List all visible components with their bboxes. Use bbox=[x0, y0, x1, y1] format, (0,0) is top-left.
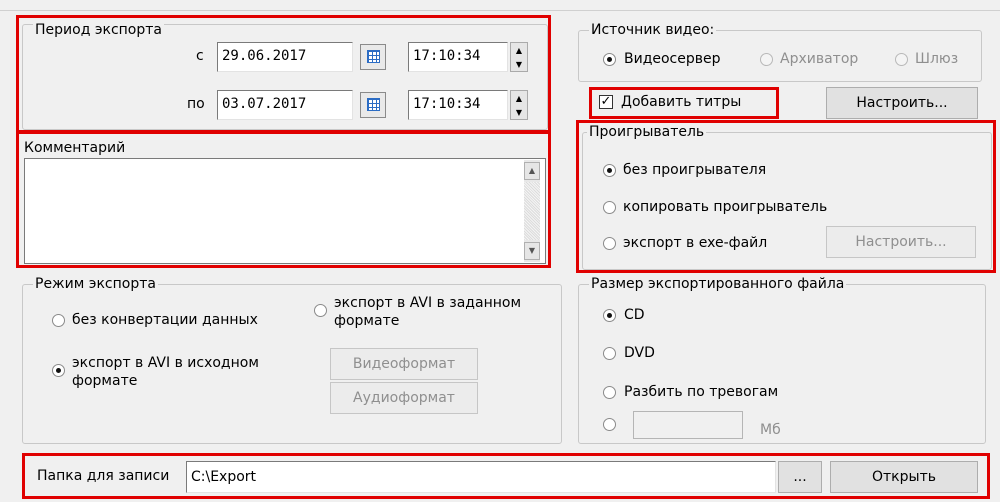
audio-format-button[interactable]: Аудиоформат bbox=[330, 382, 478, 414]
player-exe-label[interactable]: экспорт в exe-файл bbox=[623, 234, 767, 252]
player-copy-label[interactable]: копировать проигрыватель bbox=[623, 198, 827, 216]
to-calendar-button[interactable] bbox=[360, 92, 386, 118]
calendar-icon bbox=[367, 50, 380, 63]
size-cd-radio[interactable] bbox=[603, 309, 616, 322]
captions-label[interactable]: Добавить титры bbox=[621, 93, 741, 111]
from-time-field[interactable]: 17:10:34 bbox=[408, 42, 508, 72]
to-date-field[interactable]: 03.07.2017 bbox=[217, 90, 353, 120]
from-label: с bbox=[196, 48, 204, 64]
size-custom-unit: Мб bbox=[760, 422, 781, 438]
mode-avi-custom-label[interactable]: экспорт в AVI в заданном формате bbox=[334, 294, 559, 330]
size-custom-field bbox=[633, 411, 743, 439]
scroll-up-icon[interactable]: ▲ bbox=[524, 162, 540, 180]
file-size-title: Размер экспортированного файла bbox=[589, 276, 847, 292]
source-archiver-radio bbox=[760, 53, 773, 66]
export-period-title: Период экспорта bbox=[33, 22, 164, 38]
from-time-spinner[interactable]: ▲ ▼ bbox=[510, 42, 528, 72]
mode-no-convert-radio[interactable] bbox=[52, 314, 65, 327]
spin-down-icon[interactable]: ▼ bbox=[511, 58, 527, 71]
to-time-spinner[interactable]: ▲ ▼ bbox=[510, 90, 528, 120]
spin-up-icon[interactable]: ▲ bbox=[511, 92, 527, 105]
captions-configure-button[interactable]: Настроить... bbox=[826, 87, 978, 119]
source-gateway-radio bbox=[895, 53, 908, 66]
size-dvd-radio[interactable] bbox=[603, 347, 616, 360]
size-cd-label[interactable]: CD bbox=[624, 306, 645, 324]
size-dvd-label[interactable]: DVD bbox=[624, 344, 655, 362]
mode-avi-original-label[interactable]: экспорт в AVI в исходном формате bbox=[72, 354, 282, 390]
scroll-track[interactable] bbox=[524, 182, 540, 240]
comment-title: Комментарий bbox=[24, 140, 126, 156]
source-videoserver-radio[interactable] bbox=[603, 53, 616, 66]
export-mode-title: Режим экспорта bbox=[33, 276, 158, 292]
comment-textarea[interactable] bbox=[24, 158, 546, 264]
player-exe-radio[interactable] bbox=[603, 237, 616, 250]
open-button[interactable]: Открыть bbox=[830, 461, 978, 493]
mode-no-convert-label[interactable]: без конвертации данных bbox=[72, 311, 258, 329]
source-gateway-label: Шлюз bbox=[915, 51, 959, 67]
browse-button[interactable]: ... bbox=[778, 461, 822, 493]
spin-down-icon[interactable]: ▼ bbox=[511, 106, 527, 119]
video-format-button[interactable]: Видеоформат bbox=[330, 348, 478, 380]
player-title: Проигрыватель bbox=[587, 124, 707, 140]
player-none-radio[interactable] bbox=[603, 164, 616, 177]
source-archiver-label: Архиватор bbox=[780, 51, 859, 67]
calendar-icon bbox=[367, 98, 380, 111]
from-date-field[interactable]: 29.06.2017 bbox=[217, 42, 353, 72]
captions-checkbox[interactable]: ✓ bbox=[599, 95, 613, 109]
mode-avi-original-radio[interactable] bbox=[52, 364, 65, 377]
size-alarms-label[interactable]: Разбить по тревогам bbox=[624, 383, 778, 401]
scroll-down-icon[interactable]: ▼ bbox=[524, 242, 540, 260]
spin-up-icon[interactable]: ▲ bbox=[511, 44, 527, 57]
mode-avi-custom-radio[interactable] bbox=[314, 304, 327, 317]
size-custom-radio[interactable] bbox=[603, 418, 616, 431]
player-copy-radio[interactable] bbox=[603, 201, 616, 214]
video-source-title: Источник видео: bbox=[589, 22, 717, 38]
to-label: по bbox=[187, 96, 205, 112]
top-border bbox=[0, 10, 1000, 11]
source-videoserver-label[interactable]: Видеосервер bbox=[624, 50, 721, 68]
comment-scrollbar[interactable]: ▲ ▼ bbox=[524, 160, 540, 262]
output-folder-label: Папка для записи bbox=[37, 468, 170, 484]
to-time-field[interactable]: 17:10:34 bbox=[408, 90, 508, 120]
from-calendar-button[interactable] bbox=[360, 44, 386, 70]
player-configure-button[interactable]: Настроить... bbox=[826, 226, 976, 258]
player-none-label[interactable]: без проигрывателя bbox=[623, 161, 766, 179]
output-folder-path[interactable]: C:\Export bbox=[186, 461, 776, 493]
size-alarms-radio[interactable] bbox=[603, 386, 616, 399]
